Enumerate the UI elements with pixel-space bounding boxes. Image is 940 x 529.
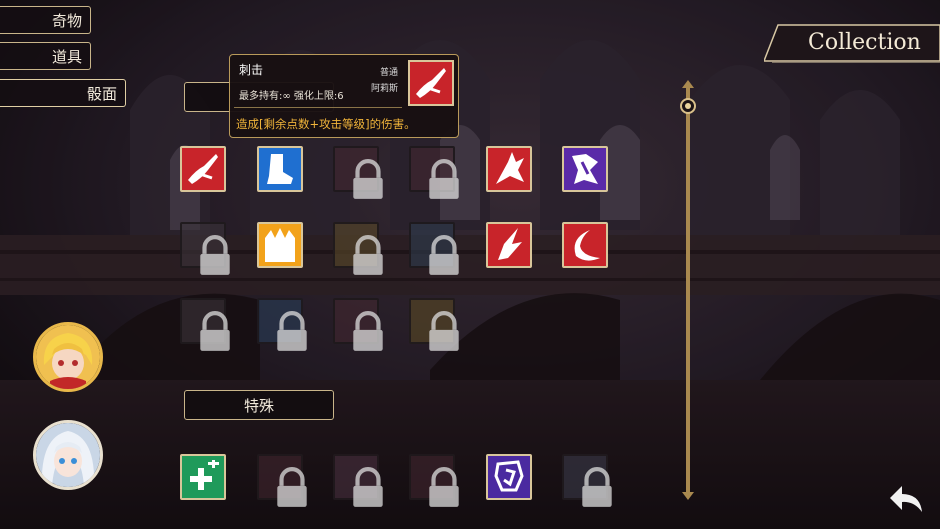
tooltip-description: 造成[剩余点数+攻击等级]的伤害。 bbox=[236, 117, 416, 131]
card-slot-heal[interactable] bbox=[180, 454, 226, 500]
tooltip-divider bbox=[234, 107, 402, 108]
lock-icon bbox=[353, 311, 383, 351]
tooltip-rarity: 普通 bbox=[380, 68, 399, 78]
scrollbar-track[interactable] bbox=[686, 84, 690, 496]
lock-icon bbox=[429, 235, 459, 275]
card-slot-crescent[interactable] bbox=[562, 222, 608, 268]
rend-skill-icon bbox=[488, 224, 530, 266]
character-portrait-icon bbox=[36, 325, 100, 389]
lock-icon bbox=[429, 467, 459, 507]
tooltip-card-name: 刺击 bbox=[239, 63, 264, 77]
category-tab-dice-faces[interactable]: 骰面 bbox=[0, 79, 126, 107]
page-title: Collection bbox=[808, 30, 921, 55]
rune-skill-icon bbox=[488, 456, 530, 498]
tooltip-stats: 最多持有:∞ 强化上限:6 bbox=[239, 91, 344, 102]
lock-icon bbox=[353, 235, 383, 275]
category-tab-items[interactable]: 道具 bbox=[0, 42, 91, 70]
card-slot-locked[interactable] bbox=[180, 298, 230, 351]
card-slot-locked[interactable] bbox=[562, 454, 612, 507]
stab-skill-icon bbox=[410, 62, 452, 104]
card-slot-locked[interactable] bbox=[409, 454, 459, 507]
category-tab-label: 道具 bbox=[51, 47, 82, 66]
character-portrait-icon bbox=[36, 423, 100, 487]
card-slot-locked[interactable] bbox=[257, 454, 307, 507]
card-slot-rune[interactable] bbox=[486, 454, 532, 500]
scrollbar-bottom-cap-icon bbox=[682, 492, 694, 500]
lock-icon bbox=[277, 311, 307, 351]
card-slot-rend[interactable] bbox=[486, 222, 532, 268]
category-tab-curios[interactable]: 奇物 bbox=[0, 6, 91, 34]
heal-plus-skill-icon bbox=[182, 456, 224, 498]
card-slot-locked[interactable] bbox=[409, 146, 459, 199]
lock-icon bbox=[353, 467, 383, 507]
lock-icon bbox=[429, 159, 459, 199]
dark-strike-skill-icon bbox=[564, 148, 606, 190]
blonde-heroine-avatar[interactable] bbox=[33, 322, 103, 392]
lock-icon bbox=[429, 311, 459, 351]
scrollbar-top-cap-icon bbox=[682, 80, 694, 88]
section-header-special: 特殊 bbox=[184, 390, 334, 420]
tooltip-owner: 阿莉斯 bbox=[371, 84, 399, 94]
lock-icon bbox=[200, 235, 230, 275]
card-slot-slash-burst[interactable] bbox=[486, 146, 532, 192]
section-header-label: 特殊 bbox=[243, 396, 274, 415]
card-slot-locked[interactable] bbox=[409, 222, 459, 275]
scrollbar-thumb[interactable] bbox=[680, 98, 696, 114]
card-slot-dark-strike[interactable] bbox=[562, 146, 608, 192]
silver-hair-heroine-avatar[interactable] bbox=[33, 420, 103, 490]
lock-icon bbox=[277, 467, 307, 507]
card-slot-locked[interactable] bbox=[333, 146, 383, 199]
slash-burst-skill-icon bbox=[488, 148, 530, 190]
card-slot-locked[interactable] bbox=[180, 222, 230, 275]
tooltip-card-icon bbox=[408, 60, 454, 106]
card-slot-stab[interactable] bbox=[180, 146, 226, 192]
card-slot-locked[interactable] bbox=[333, 298, 383, 351]
card-slot-boot[interactable] bbox=[257, 146, 303, 192]
background-hall bbox=[0, 0, 940, 529]
category-tab-label: 奇物 bbox=[51, 11, 82, 30]
category-tab-label: 骰面 bbox=[86, 84, 117, 103]
crescent-skill-icon bbox=[564, 224, 606, 266]
lock-icon bbox=[200, 311, 230, 351]
card-slot-locked[interactable] bbox=[409, 298, 459, 351]
stab-skill-icon bbox=[182, 148, 224, 190]
lock-icon bbox=[582, 467, 612, 507]
lock-icon bbox=[353, 159, 383, 199]
boot-skill-icon bbox=[259, 148, 301, 190]
card-slot-locked[interactable] bbox=[257, 298, 307, 351]
back-arrow-icon[interactable] bbox=[888, 484, 924, 514]
flame-skill-icon bbox=[259, 224, 301, 266]
card-slot-locked[interactable] bbox=[333, 454, 383, 507]
card-tooltip: 刺击 普通 阿莉斯 最多持有:∞ 强化上限:6 造成[剩余点数+攻击等级]的伤害… bbox=[229, 54, 459, 138]
card-slot-flame[interactable] bbox=[257, 222, 303, 268]
card-slot-locked[interactable] bbox=[333, 222, 383, 275]
